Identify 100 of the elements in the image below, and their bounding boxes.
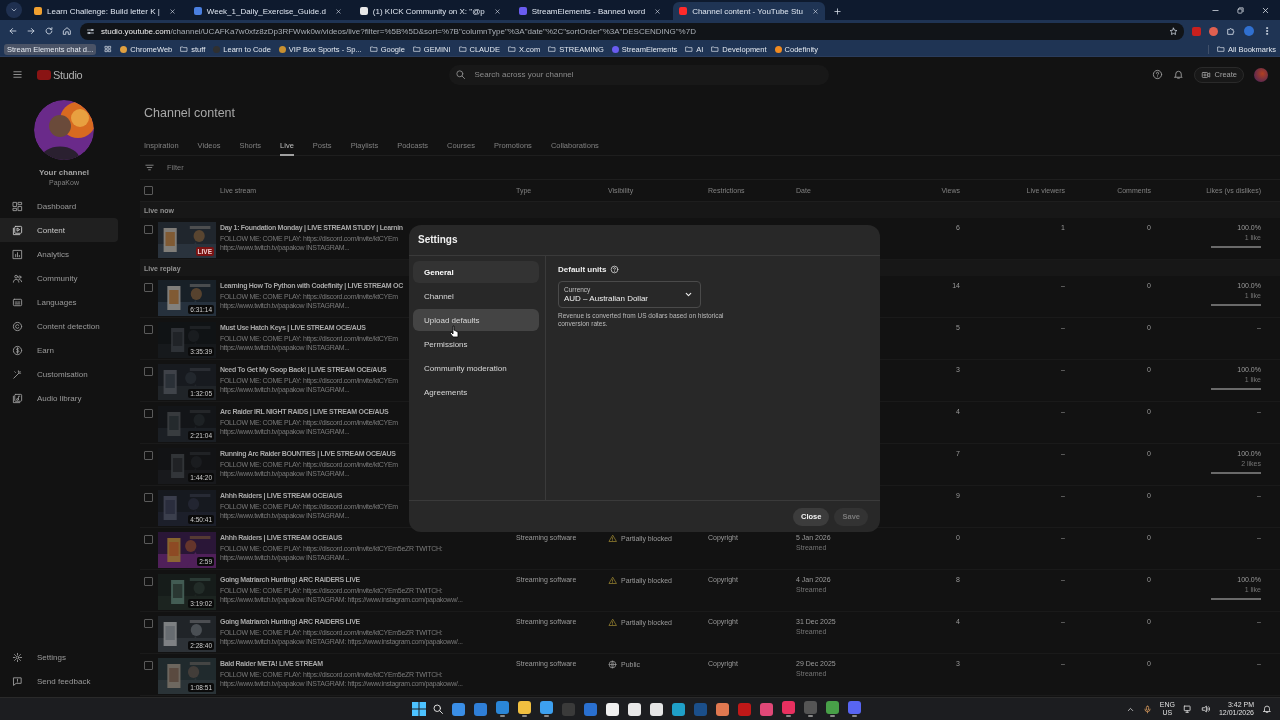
notification-icon[interactable] [1262,704,1272,714]
running-indicator [521,715,527,717]
row-checkbox[interactable] [144,225,153,234]
browser-tab[interactable]: Learn Challenge: Build letter K | [28,2,182,20]
studio-logo[interactable]: Studio [37,68,83,81]
nav-item[interactable]: Send feedback [0,669,118,693]
browser-tab[interactable]: (1) KICK Community on X: "@p [353,2,507,20]
nav-item[interactable]: Customisation [0,362,118,386]
settings-nav-item[interactable]: Permissions [413,333,539,355]
close-icon[interactable] [493,7,501,15]
running-indicator [851,715,857,717]
nav-item[interactable]: Community [0,266,118,290]
subtitles-icon [12,296,23,308]
search-icon [455,69,467,80]
warning-icon [608,576,617,585]
close-icon[interactable] [812,7,820,15]
settings-nav-item[interactable]: Upload defaults [413,309,539,331]
profile-icon[interactable] [1244,26,1254,36]
row-checkbox[interactable] [144,325,153,334]
wand-icon [12,368,23,380]
volume-icon[interactable] [1200,704,1211,714]
plus-icon[interactable] [833,7,843,16]
reload-icon[interactable] [44,26,54,36]
nav-item[interactable]: Dashboard [0,194,118,218]
folder-icon [685,45,694,53]
app-icon[interactable] [539,701,553,715]
row-checkbox[interactable] [144,535,153,544]
page-title: Channel content [144,106,236,120]
settings-icon [12,651,23,663]
close-icon[interactable] [168,7,176,15]
restore-icon[interactable] [1236,5,1245,15]
star-icon[interactable] [1169,26,1178,36]
close-icon[interactable] [654,7,662,15]
browser-tab[interactable]: Channel content - YouTube Stu [673,2,826,20]
nav-item[interactable]: Content [0,218,118,242]
bell-icon[interactable] [1173,69,1185,80]
app-icon[interactable] [671,702,685,716]
row-checkbox[interactable] [144,451,153,460]
warning-icon [608,618,617,627]
app-icon[interactable] [649,702,663,716]
nav-item[interactable]: Earn [0,338,118,362]
nav-item[interactable]: Analytics [0,242,118,266]
folder-icon [458,45,467,53]
row-checkbox[interactable] [144,283,153,292]
running-indicator [785,715,791,717]
app-icon[interactable] [627,702,641,716]
select-all-checkbox[interactable] [144,186,153,195]
menu-icon[interactable] [12,69,23,80]
video-plus-icon [1201,69,1212,80]
folder-icon [412,45,421,53]
address-bar[interactable]: studio.youtube.com/channel/UCAFKa7w0xfz8zDp3RFWwk0w/videos/live?filter=%5B%5D&sort=%7B"columnType"%3A"date"%2C"sortOrder"%3A"DESCENDING"%7D [80,22,1184,40]
settings-nav-item[interactable]: General [413,261,539,283]
browser-tab[interactable]: StreamElements - Banned word [512,2,668,20]
settings-nav-item[interactable]: Channel [413,285,539,307]
folder-icon [507,45,516,53]
site-settings-icon[interactable] [86,26,95,36]
row-checkbox[interactable] [144,367,153,376]
extension-icon[interactable] [1209,26,1218,36]
network-icon[interactable] [1182,704,1193,714]
app-icon[interactable] [605,702,619,716]
apps-icon[interactable] [104,45,113,53]
settings-nav-item[interactable]: Community moderation [413,357,539,379]
nav-item[interactable]: Audio library [0,386,118,410]
windows-logo-icon[interactable] [412,702,426,716]
help-icon[interactable] [1152,69,1164,80]
back-icon[interactable] [8,26,18,36]
chevron-down-icon [684,290,693,299]
browser-tab[interactable]: Week_1_Daily_Exercise_Guide.d [187,2,348,20]
settings-nav-item[interactable]: Agreements [413,381,539,403]
microphone-icon[interactable] [1142,704,1152,714]
app-icon[interactable] [715,702,729,716]
home-icon[interactable] [62,26,72,36]
app-icon[interactable] [517,701,531,715]
music-library-icon [12,392,23,404]
search-field[interactable]: Search across your channel [449,64,830,85]
row-checkbox[interactable] [144,577,153,586]
search-icon[interactable] [432,703,444,715]
row-checkbox[interactable] [144,619,153,628]
channel-title: Your channel [38,168,90,177]
folder-icon [369,45,378,53]
row-checkbox[interactable] [144,409,153,418]
nav-item[interactable]: Settings [0,645,118,669]
folder-icon [1217,45,1226,53]
warning-icon [608,534,617,543]
chevron-down-icon [10,6,18,14]
nav-item[interactable]: Languages [0,290,118,314]
row-checkbox[interactable] [144,661,153,670]
folder-icon [711,45,720,53]
folder-icon [180,45,189,53]
close-icon[interactable] [334,7,342,15]
close-icon[interactable] [1261,5,1270,15]
running-indicator [543,715,549,717]
running-indicator [807,715,813,717]
globe-icon [608,660,617,669]
nav-item[interactable]: Content detection [0,314,118,338]
puzzle-icon[interactable] [1226,26,1236,36]
filter-icon[interactable] [144,162,155,173]
forward-icon[interactable] [26,26,36,36]
row-checkbox[interactable] [144,493,153,502]
people-icon [12,272,23,284]
